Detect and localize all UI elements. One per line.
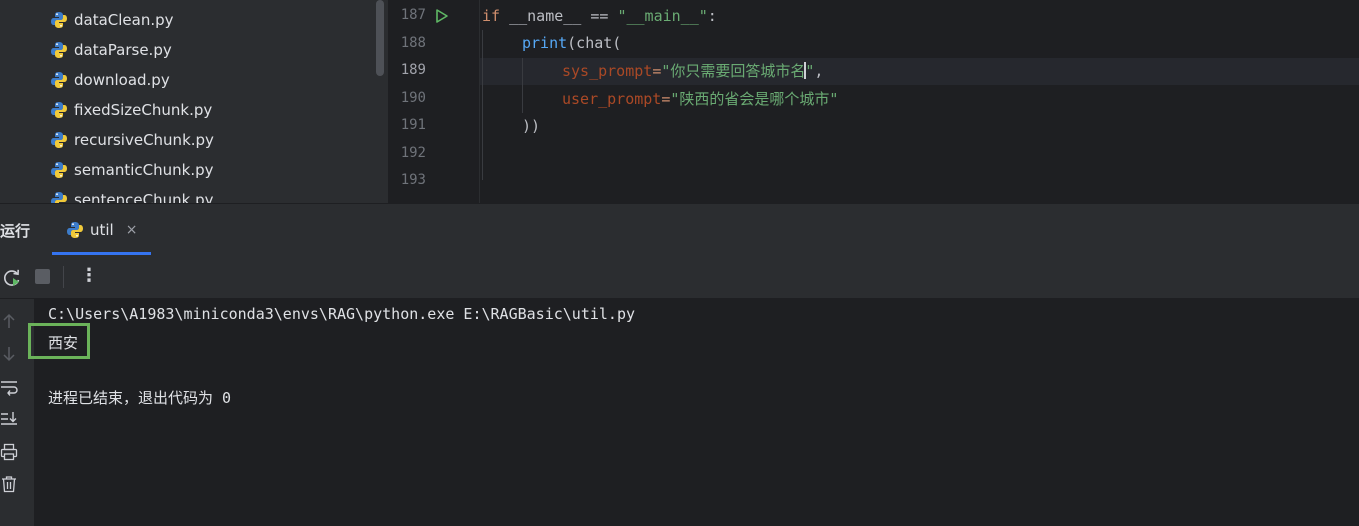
run-play-icon[interactable] xyxy=(434,8,450,24)
console-output[interactable]: C:\Users\A1983\miniconda3\envs\RAG\pytho… xyxy=(34,299,1359,526)
tree-item-recursivechunk[interactable]: recursiveChunk.py xyxy=(50,125,214,155)
line-number: 191 xyxy=(400,117,426,133)
top-area: dataClean.py dataParse.py download.py fi… xyxy=(0,0,1359,203)
string-token: "你只需要回答城市名 xyxy=(661,62,806,80)
indent-guide xyxy=(522,58,523,113)
stop-icon[interactable] xyxy=(35,269,50,284)
line-number: 190 xyxy=(400,90,426,106)
code-editor[interactable]: 187 188 189 190 191 192 193 if __name__ … xyxy=(388,0,1359,203)
param-token: sys_prompt xyxy=(562,62,653,80)
tab-util[interactable]: util × xyxy=(52,204,150,256)
trash-icon[interactable] xyxy=(0,475,18,493)
tree-item-label: sentenceChunk.py xyxy=(74,191,214,203)
console-exit-line: 进程已结束，退出代码为 0 xyxy=(48,389,232,407)
code-token: = xyxy=(652,62,662,80)
project-tree: dataClean.py dataParse.py download.py fi… xyxy=(0,0,388,203)
line-number: 187 xyxy=(400,7,426,23)
code-token: (chat( xyxy=(567,34,622,52)
output-highlight-box xyxy=(28,323,90,359)
param-token: user_prompt xyxy=(562,90,662,108)
run-window-title: 运行 xyxy=(0,222,31,240)
indent-guide xyxy=(482,30,483,180)
python-file-icon xyxy=(51,72,67,88)
arrow-up-icon[interactable] xyxy=(0,312,18,330)
tab-label: util xyxy=(90,221,114,239)
code-line-189: sys_prompt="你只需要回答城市名", xyxy=(562,58,823,85)
console-command-line: C:\Users\A1983\miniconda3\envs\RAG\pytho… xyxy=(48,305,635,323)
soft-wrap-icon[interactable] xyxy=(0,378,18,396)
tree-item-label: dataClean.py xyxy=(74,11,174,29)
print-icon[interactable] xyxy=(0,443,18,461)
code-token: : xyxy=(707,7,717,25)
line-number-active: 189 xyxy=(400,62,426,78)
code-token: , xyxy=(814,62,824,80)
code-token: __name__ == xyxy=(500,7,618,25)
python-file-icon xyxy=(51,12,67,28)
tree-item-label: semanticChunk.py xyxy=(74,161,214,179)
scroll-to-end-icon[interactable] xyxy=(0,410,18,428)
line-gutter: 187 188 189 190 191 192 193 xyxy=(388,0,480,203)
tree-item-dataclean[interactable]: dataClean.py xyxy=(50,5,174,35)
toolbar-separator xyxy=(63,266,64,288)
tree-item-semanticchunk[interactable]: semanticChunk.py xyxy=(50,155,214,185)
python-file-icon xyxy=(51,162,67,178)
line-number: 192 xyxy=(400,145,426,161)
python-file-icon xyxy=(67,222,83,238)
rerun-icon[interactable] xyxy=(2,268,22,288)
string-token: "陕西的省会是哪个城市" xyxy=(670,90,839,108)
code-line-191: )) xyxy=(522,117,541,135)
function-token: print xyxy=(522,34,568,52)
tree-item-download[interactable]: download.py xyxy=(50,65,170,95)
tree-item-label: recursiveChunk.py xyxy=(74,131,214,149)
tree-scrollbar[interactable] xyxy=(376,0,384,76)
code-line-190: user_prompt="陕西的省会是哪个城市" xyxy=(562,86,838,113)
python-file-icon xyxy=(51,192,67,203)
line-number: 188 xyxy=(400,35,426,51)
keyword-token: if xyxy=(482,7,501,25)
more-options-icon[interactable]: ⋮ xyxy=(80,265,98,286)
python-file-icon xyxy=(51,132,67,148)
gutter-separator xyxy=(479,0,480,203)
run-tool-window-header: 运行 util × xyxy=(0,203,1359,255)
tree-item-dataparse[interactable]: dataParse.py xyxy=(50,35,172,65)
code-line-188: print(chat( xyxy=(522,30,621,57)
close-icon[interactable]: × xyxy=(126,222,138,238)
string-token: "__main__" xyxy=(617,7,708,25)
tree-item-label: download.py xyxy=(74,71,170,89)
code-line-187: if __name__ == "__main__": xyxy=(482,3,717,30)
tree-item-label: dataParse.py xyxy=(74,41,172,59)
tree-item-label: fixedSizeChunk.py xyxy=(74,101,213,119)
python-file-icon xyxy=(51,42,67,58)
run-toolbar: ⋮ xyxy=(0,255,1359,299)
python-file-icon xyxy=(51,102,67,118)
line-number: 193 xyxy=(400,172,426,188)
tree-item-fixedsizechunk[interactable]: fixedSizeChunk.py xyxy=(50,95,212,125)
tree-item-sentencechunk[interactable]: sentenceChunk.py xyxy=(50,185,214,203)
arrow-down-icon[interactable] xyxy=(0,345,18,363)
